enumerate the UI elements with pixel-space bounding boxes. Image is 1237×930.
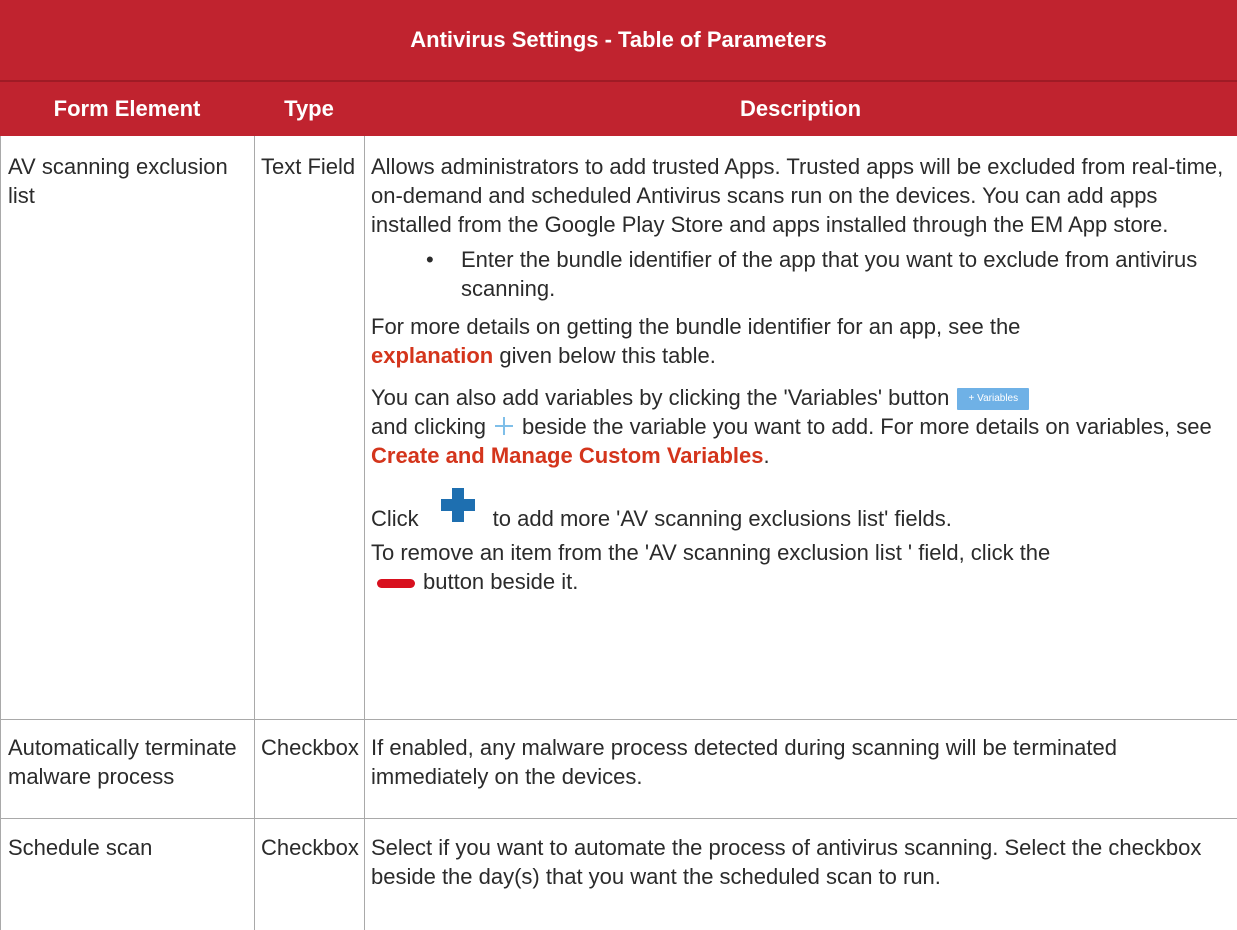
variables-button[interactable]: + Variables	[957, 388, 1030, 411]
paragraph-text: For more details on getting the bundle i…	[371, 314, 1021, 339]
table-row-3-description: Select if you want to automate the proce…	[371, 835, 1202, 889]
paragraph-text: given below this table.	[499, 343, 716, 368]
header-form-element: Form Element	[53, 96, 201, 121]
column-divider	[254, 136, 255, 930]
table-header-row: Form Element Type Description	[0, 82, 1237, 136]
remove-item-minus-icon[interactable]	[377, 578, 415, 588]
header-type: Type	[284, 96, 334, 121]
column-divider	[364, 136, 365, 930]
table-row-2-type: Checkbox	[261, 735, 359, 760]
description-paragraph: You can also add variables by clicking t…	[371, 383, 1237, 470]
paragraph-text: to add more 'AV scanning exclusions list…	[492, 506, 952, 531]
row-divider	[0, 818, 1237, 819]
paragraph-text: .	[763, 443, 770, 468]
paragraph-text: beside the variable you want to add. For…	[521, 414, 1212, 439]
description-paragraph: To remove an item from the 'AV scanning …	[371, 538, 1237, 596]
table-row-3-element: Schedule scan	[8, 835, 153, 860]
bullet-text: Enter the bundle identifier of the app t…	[461, 247, 1198, 301]
paragraph-text: You can also add variables by clicking t…	[371, 385, 950, 410]
add-field-plus-icon[interactable]	[440, 488, 475, 522]
table-row-1-type: Text Field	[261, 154, 356, 179]
row-divider	[0, 719, 1237, 720]
paragraph-text: To remove an item from the 'AV scanning …	[371, 540, 1051, 565]
bullet-dot: •	[426, 247, 434, 272]
table-row-3-type: Checkbox	[261, 835, 359, 860]
description-paragraph: Click to add more 'AV scanning exclusions…	[371, 488, 1237, 533]
table-title: Antivirus Settings - Table of Parameters	[410, 27, 827, 52]
paragraph-text: and clicking	[371, 414, 486, 439]
paragraph-text: Click	[371, 506, 419, 531]
table-row-1-description: Allows administrators to add trusted App…	[371, 152, 1237, 596]
table-row-2-element: Automatically terminate malware process	[8, 735, 237, 789]
description-paragraph: Allows administrators to add trusted App…	[371, 154, 1224, 237]
explanation-link[interactable]: explanation	[371, 343, 493, 368]
table-row-1-element: AV scanning exclusion list	[8, 154, 228, 208]
table-row-2-description: If enabled, any malware process detected…	[371, 735, 1117, 789]
header-description: Description	[739, 96, 862, 121]
table-border-left	[0, 136, 1, 930]
add-variable-plus-icon[interactable]	[494, 416, 514, 436]
paragraph-text: button beside it.	[423, 569, 579, 594]
parameters-table: Antivirus Settings - Table of Parameters…	[0, 0, 1237, 930]
custom-variables-link[interactable]: Create and Manage Custom Variables	[371, 443, 763, 468]
description-paragraph: For more details on getting the bundle i…	[371, 312, 1237, 370]
bullet-item: • Enter the bundle identifier of the app…	[371, 245, 1237, 303]
